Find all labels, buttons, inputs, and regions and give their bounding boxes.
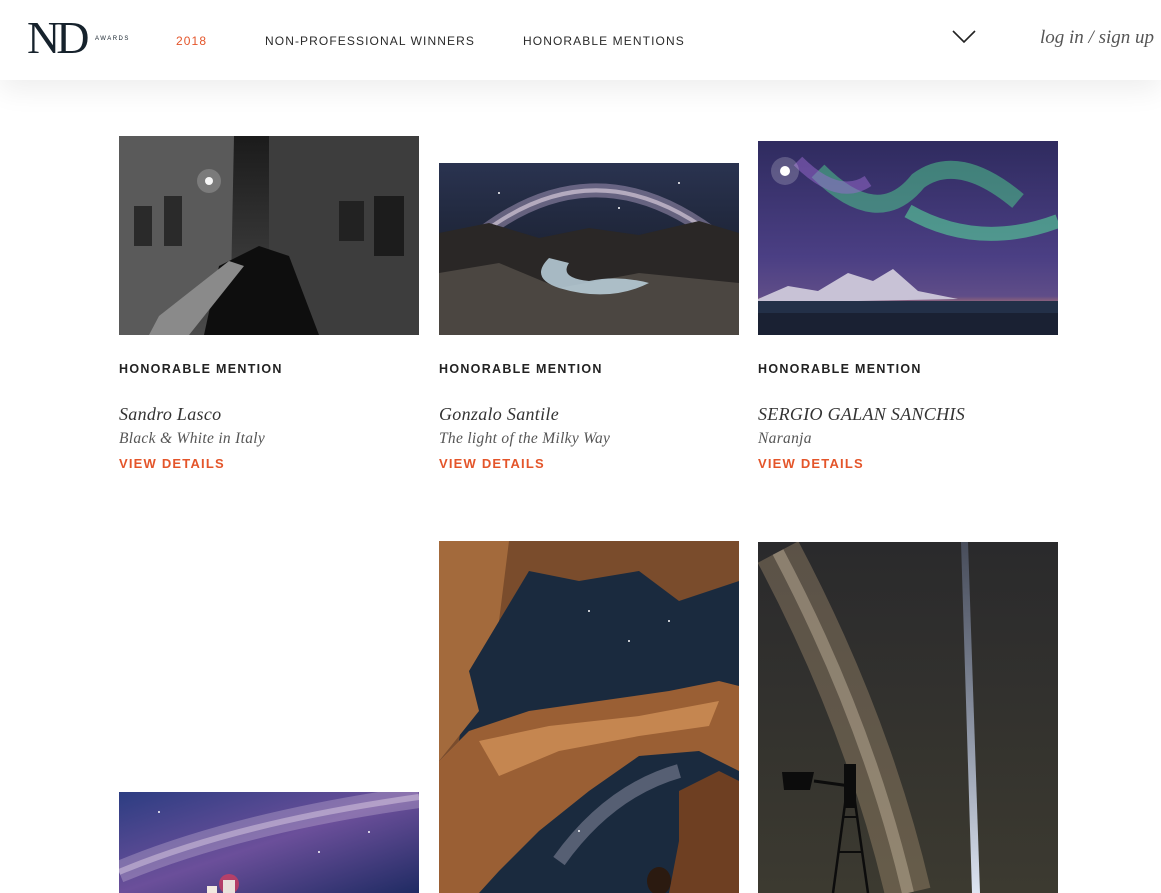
card-2-badge: HONORABLE MENTION — [439, 362, 603, 376]
card-1-badge: HONORABLE MENTION — [119, 362, 283, 376]
logo-letters: ND — [27, 12, 89, 63]
card-3-view-details[interactable]: VIEW DETAILS — [758, 456, 864, 471]
logo-subtitle: AWARDS — [95, 36, 130, 42]
photo-milky-way-windmill[interactable] — [758, 542, 1058, 893]
photo-naranja-aurora[interactable] — [758, 141, 1058, 335]
photo-black-white-italy[interactable] — [119, 136, 419, 335]
chevron-down-icon[interactable] — [951, 28, 977, 46]
nav-honorable-mentions[interactable]: HONORABLE MENTIONS — [523, 34, 685, 48]
card-2-title: The light of the Milky Way — [439, 430, 611, 447]
card-2-author: Gonzalo Santile — [439, 404, 559, 424]
card-1-author: Sandro Lasco — [119, 404, 222, 424]
card-1-view-details[interactable]: VIEW DETAILS — [119, 456, 225, 471]
nd-awards-logo[interactable]: ND AWARDS — [27, 14, 128, 62]
site-header: ND AWARDS 2018 NON-PROFESSIONAL WINNERS … — [0, 0, 1161, 80]
login-signup-link[interactable]: log in / sign up — [1040, 27, 1154, 49]
card-3-badge: HONORABLE MENTION — [758, 362, 922, 376]
photo-light-milky-way[interactable] — [439, 163, 739, 335]
card-3-title: Naranja — [758, 430, 812, 447]
nav-year-2018[interactable]: 2018 — [176, 34, 207, 48]
card-3-author: SERGIO GALAN SANCHIS — [758, 404, 965, 424]
nav-non-professional-winners[interactable]: NON-PROFESSIONAL WINNERS — [265, 34, 475, 48]
photo-milky-way-lighthouse[interactable] — [119, 792, 419, 893]
card-1-title: Black & White in Italy — [119, 430, 266, 447]
photo-double-arch[interactable] — [439, 541, 739, 893]
card-2-view-details[interactable]: VIEW DETAILS — [439, 456, 545, 471]
